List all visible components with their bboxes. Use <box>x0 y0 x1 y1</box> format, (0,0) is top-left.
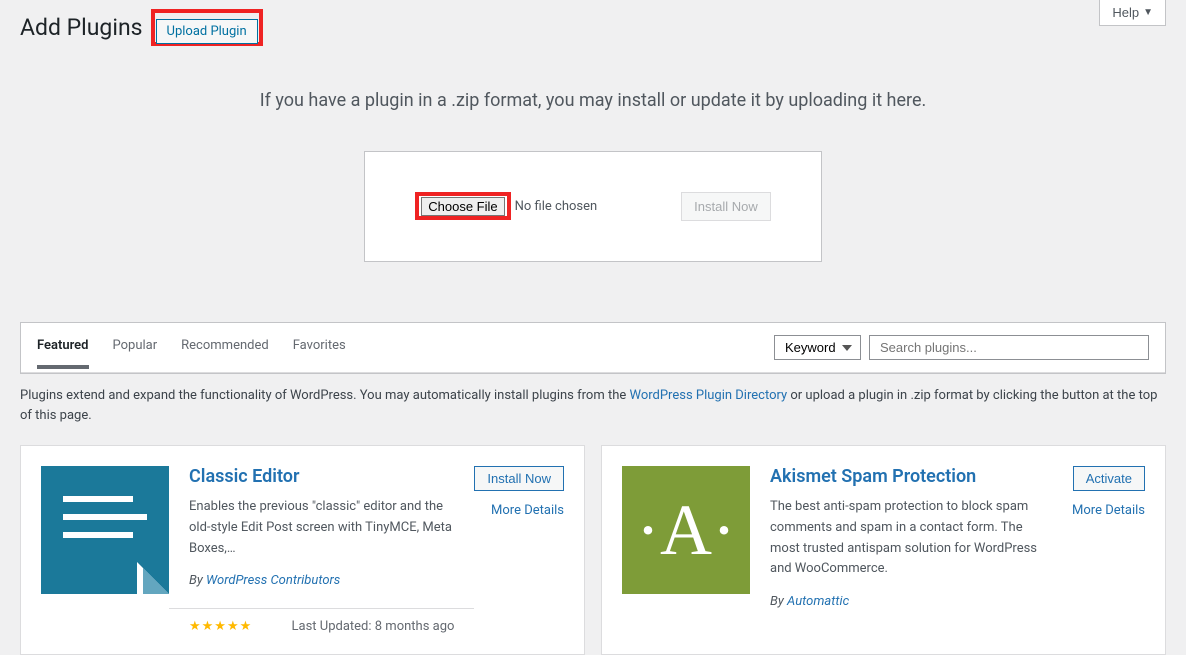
highlight-choose-file: Choose File <box>415 192 510 220</box>
upload-form: Choose File No file chosen Install Now <box>364 151 821 262</box>
plugin-author: By WordPress Contributors <box>189 573 454 588</box>
star-rating-icon: ★★★★★ <box>189 619 252 634</box>
help-tab[interactable]: Help ▼ <box>1099 0 1166 26</box>
filter-bar: Featured Popular Recommended Favorites K… <box>21 323 1165 373</box>
plugin-name[interactable]: Classic Editor <box>189 466 454 487</box>
upload-area: If you have a plugin in a .zip format, y… <box>0 90 1186 262</box>
install-now-button[interactable]: Install Now <box>474 466 564 491</box>
search-input[interactable] <box>869 335 1149 360</box>
plugin-actions: Install Now More Details <box>474 466 564 634</box>
upload-instruction: If you have a plugin in a .zip format, y… <box>0 90 1186 111</box>
plugin-icon-classic-editor <box>41 466 169 594</box>
activate-button[interactable]: Activate <box>1073 466 1145 491</box>
upload-plugin-button[interactable]: Upload Plugin <box>156 19 258 44</box>
plugin-actions: Activate More Details <box>1072 466 1145 634</box>
install-now-upload-button[interactable]: Install Now <box>681 192 771 221</box>
highlight-upload: Upload Plugin <box>151 9 263 46</box>
plugin-desc: The best anti-spam protection to block s… <box>770 497 1052 580</box>
help-label: Help <box>1112 5 1139 20</box>
page-title-text: Add Plugins <box>20 14 143 41</box>
intro-text-1: Plugins extend and expand the functional… <box>20 388 629 403</box>
plugin-name[interactable]: Akismet Spam Protection <box>770 466 1052 487</box>
last-updated: Last Updated: 8 months ago <box>292 619 455 634</box>
page-title: Add Plugins Upload Plugin <box>0 0 1186 50</box>
tab-featured[interactable]: Featured <box>37 338 89 369</box>
plugin-info: Akismet Spam Protection The best anti-sp… <box>770 466 1052 634</box>
tab-popular[interactable]: Popular <box>113 338 158 357</box>
intro-link[interactable]: WordPress Plugin Directory <box>629 388 787 403</box>
plugin-cards: Classic Editor Enables the previous "cla… <box>0 445 1186 655</box>
plugin-info: Classic Editor Enables the previous "cla… <box>189 466 454 634</box>
plugin-card-akismet: ·A· Akismet Spam Protection The best ant… <box>601 445 1166 655</box>
plugin-card-classic-editor: Classic Editor Enables the previous "cla… <box>20 445 585 655</box>
intro-text: Plugins extend and expand the functional… <box>0 386 1186 425</box>
author-link[interactable]: WordPress Contributors <box>206 573 340 588</box>
tab-recommended[interactable]: Recommended <box>181 338 269 357</box>
plugin-author: By Automattic <box>770 594 1052 609</box>
plugin-desc: Enables the previous "classic" editor an… <box>189 497 454 559</box>
choose-file-button[interactable]: Choose File <box>421 197 504 216</box>
search-area: Keyword <box>774 335 1149 360</box>
author-prefix: By <box>770 594 787 609</box>
plugin-icon-akismet: ·A· <box>622 466 750 594</box>
author-prefix: By <box>189 573 206 588</box>
chevron-down-icon: ▼ <box>1143 7 1153 18</box>
plugin-browser: Featured Popular Recommended Favorites K… <box>20 322 1166 374</box>
no-file-text: No file chosen <box>515 199 598 214</box>
more-details-link[interactable]: More Details <box>491 503 564 518</box>
search-type-select[interactable]: Keyword <box>774 335 861 360</box>
author-link[interactable]: Automattic <box>787 594 849 609</box>
more-details-link[interactable]: More Details <box>1072 503 1145 518</box>
tab-favorites[interactable]: Favorites <box>293 338 346 357</box>
card-bottom: ★★★★★ Last Updated: 8 months ago <box>169 608 474 634</box>
filter-tabs: Featured Popular Recommended Favorites <box>37 338 346 357</box>
